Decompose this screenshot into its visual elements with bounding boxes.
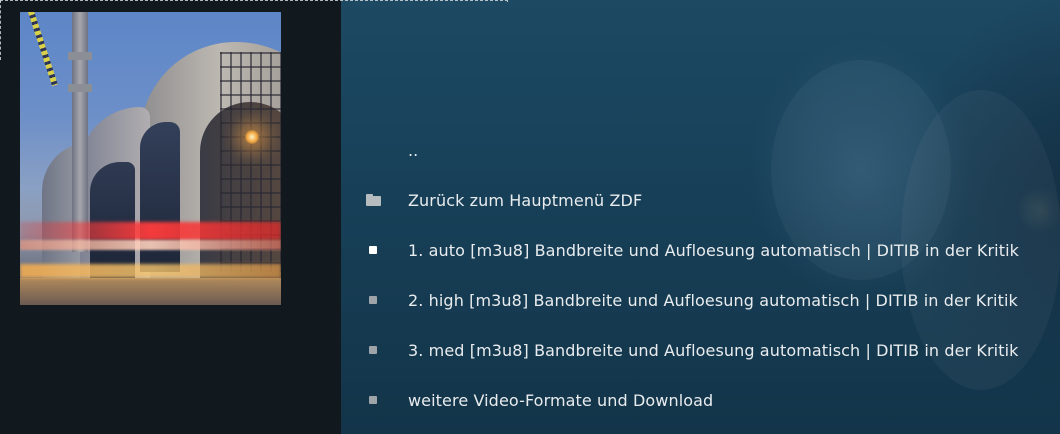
empty-icon-slot bbox=[350, 125, 408, 175]
focus-outline-left bbox=[0, 0, 1, 60]
list-item-parent[interactable]: .. bbox=[350, 125, 1060, 175]
menu-list: .. Zurück zum Hauptmenü ZDF 1. auto [m3u… bbox=[350, 125, 1060, 425]
minaret-balcony-2 bbox=[68, 84, 92, 92]
media-browser-screen: .. Zurück zum Hauptmenü ZDF 1. auto [m3u… bbox=[0, 0, 1060, 434]
minaret-shape bbox=[72, 12, 88, 252]
icon-slot bbox=[350, 275, 408, 325]
ground-shape bbox=[20, 278, 281, 305]
light-trail-orange bbox=[20, 264, 281, 278]
list-item-more-formats[interactable]: weitere Video-Formate und Download bbox=[350, 375, 1060, 425]
list-item-stream-med[interactable]: 3. med [m3u8] Bandbreite und Aufloesung … bbox=[350, 325, 1060, 375]
light-trail-red bbox=[20, 222, 281, 240]
minaret-balcony-1 bbox=[68, 52, 92, 60]
list-item-label: weitere Video-Formate und Download bbox=[408, 390, 714, 410]
folder-icon bbox=[366, 194, 381, 206]
list-item-back-to-main-menu[interactable]: Zurück zum Hauptmenü ZDF bbox=[350, 175, 1060, 225]
list-item-label: Zurück zum Hauptmenü ZDF bbox=[408, 190, 643, 210]
thumbnail-image bbox=[20, 12, 281, 305]
list-item-label: .. bbox=[408, 140, 419, 160]
bullet-icon bbox=[369, 296, 377, 304]
list-item-label: 2. high [m3u8] Bandbreite und Aufloesung… bbox=[408, 290, 1018, 310]
icon-slot bbox=[350, 225, 408, 275]
list-item-stream-high[interactable]: 2. high [m3u8] Bandbreite und Aufloesung… bbox=[350, 275, 1060, 325]
list-item-label: 3. med [m3u8] Bandbreite und Aufloesung … bbox=[408, 340, 1019, 360]
list-item-label: 1. auto [m3u8] Bandbreite und Aufloesung… bbox=[408, 240, 1020, 260]
icon-slot bbox=[350, 175, 408, 225]
bullet-icon bbox=[369, 346, 377, 354]
focus-outline-top bbox=[0, 0, 508, 2]
street-lamp bbox=[245, 130, 259, 144]
icon-slot bbox=[350, 325, 408, 375]
crane-shape bbox=[28, 12, 58, 87]
bullet-icon bbox=[369, 396, 377, 404]
list-item-stream-auto[interactable]: 1. auto [m3u8] Bandbreite und Aufloesung… bbox=[350, 225, 1060, 275]
light-trail-white bbox=[20, 240, 281, 250]
bullet-icon bbox=[369, 246, 377, 254]
icon-slot bbox=[350, 375, 408, 425]
